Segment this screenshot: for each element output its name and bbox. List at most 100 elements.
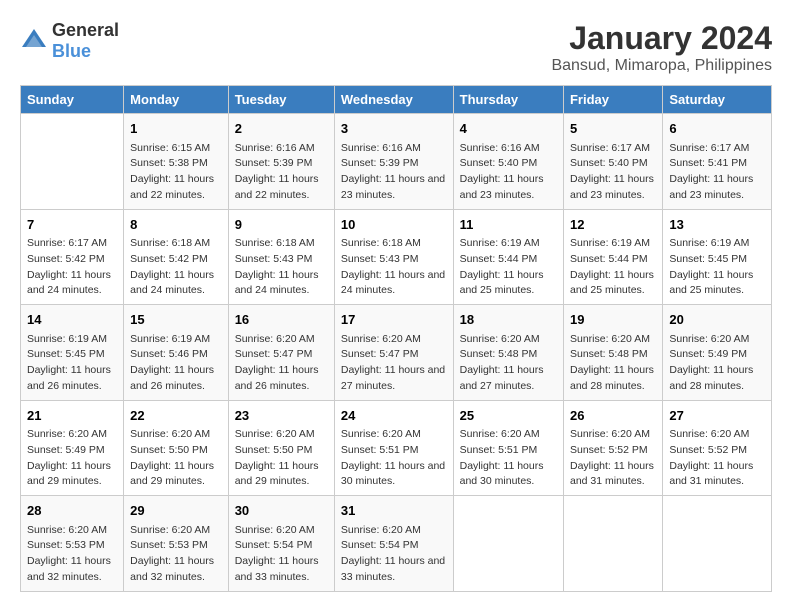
calendar-week-row: 14Sunrise: 6:19 AMSunset: 5:45 PMDayligh… (21, 305, 772, 401)
calendar-cell: 10Sunrise: 6:18 AMSunset: 5:43 PMDayligh… (334, 209, 453, 305)
logo-general: General (52, 20, 119, 40)
day-number: 29 (130, 501, 222, 521)
cell-content: Sunrise: 6:20 AMSunset: 5:53 PMDaylight:… (27, 523, 117, 586)
day-number: 8 (130, 215, 222, 235)
cell-content: Sunrise: 6:19 AMSunset: 5:45 PMDaylight:… (669, 236, 765, 299)
logo: General Blue (20, 20, 119, 62)
day-number: 24 (341, 406, 447, 426)
calendar-week-row: 1Sunrise: 6:15 AMSunset: 5:38 PMDaylight… (21, 114, 772, 210)
cell-content: Sunrise: 6:16 AMSunset: 5:39 PMDaylight:… (235, 141, 328, 204)
calendar-cell: 11Sunrise: 6:19 AMSunset: 5:44 PMDayligh… (453, 209, 563, 305)
calendar-cell: 3Sunrise: 6:16 AMSunset: 5:39 PMDaylight… (334, 114, 453, 210)
calendar-cell: 31Sunrise: 6:20 AMSunset: 5:54 PMDayligh… (334, 496, 453, 592)
cell-content: Sunrise: 6:19 AMSunset: 5:45 PMDaylight:… (27, 332, 117, 395)
cell-content: Sunrise: 6:20 AMSunset: 5:47 PMDaylight:… (235, 332, 328, 395)
day-number: 12 (570, 215, 656, 235)
day-number: 31 (341, 501, 447, 521)
calendar-cell: 1Sunrise: 6:15 AMSunset: 5:38 PMDaylight… (124, 114, 229, 210)
cell-content: Sunrise: 6:16 AMSunset: 5:40 PMDaylight:… (460, 141, 557, 204)
logo-blue: Blue (52, 41, 91, 61)
calendar-cell (21, 114, 124, 210)
cell-content: Sunrise: 6:20 AMSunset: 5:47 PMDaylight:… (341, 332, 447, 395)
day-number: 11 (460, 215, 557, 235)
calendar-cell: 21Sunrise: 6:20 AMSunset: 5:49 PMDayligh… (21, 400, 124, 496)
day-number: 18 (460, 310, 557, 330)
calendar-cell: 6Sunrise: 6:17 AMSunset: 5:41 PMDaylight… (663, 114, 772, 210)
cell-content: Sunrise: 6:20 AMSunset: 5:49 PMDaylight:… (669, 332, 765, 395)
cell-content: Sunrise: 6:20 AMSunset: 5:48 PMDaylight:… (460, 332, 557, 395)
header-row: SundayMondayTuesdayWednesdayThursdayFrid… (21, 86, 772, 114)
calendar-cell: 16Sunrise: 6:20 AMSunset: 5:47 PMDayligh… (228, 305, 334, 401)
day-number: 13 (669, 215, 765, 235)
calendar-cell: 5Sunrise: 6:17 AMSunset: 5:40 PMDaylight… (563, 114, 662, 210)
calendar-cell: 26Sunrise: 6:20 AMSunset: 5:52 PMDayligh… (563, 400, 662, 496)
cell-content: Sunrise: 6:15 AMSunset: 5:38 PMDaylight:… (130, 141, 222, 204)
cell-content: Sunrise: 6:20 AMSunset: 5:53 PMDaylight:… (130, 523, 222, 586)
day-number: 15 (130, 310, 222, 330)
cell-content: Sunrise: 6:18 AMSunset: 5:43 PMDaylight:… (341, 236, 447, 299)
header-day: Saturday (663, 86, 772, 114)
calendar-cell: 25Sunrise: 6:20 AMSunset: 5:51 PMDayligh… (453, 400, 563, 496)
cell-content: Sunrise: 6:20 AMSunset: 5:51 PMDaylight:… (460, 427, 557, 490)
day-number: 30 (235, 501, 328, 521)
cell-content: Sunrise: 6:20 AMSunset: 5:52 PMDaylight:… (669, 427, 765, 490)
calendar-cell: 24Sunrise: 6:20 AMSunset: 5:51 PMDayligh… (334, 400, 453, 496)
page-header: General Blue January 2024 Bansud, Mimaro… (20, 20, 772, 75)
calendar-cell: 27Sunrise: 6:20 AMSunset: 5:52 PMDayligh… (663, 400, 772, 496)
cell-content: Sunrise: 6:18 AMSunset: 5:42 PMDaylight:… (130, 236, 222, 299)
calendar-cell: 14Sunrise: 6:19 AMSunset: 5:45 PMDayligh… (21, 305, 124, 401)
day-number: 17 (341, 310, 447, 330)
day-number: 3 (341, 119, 447, 139)
day-number: 2 (235, 119, 328, 139)
day-number: 22 (130, 406, 222, 426)
subtitle: Bansud, Mimaropa, Philippines (551, 57, 772, 75)
day-number: 21 (27, 406, 117, 426)
day-number: 16 (235, 310, 328, 330)
day-number: 25 (460, 406, 557, 426)
cell-content: Sunrise: 6:20 AMSunset: 5:50 PMDaylight:… (235, 427, 328, 490)
calendar-cell: 2Sunrise: 6:16 AMSunset: 5:39 PMDaylight… (228, 114, 334, 210)
calendar-cell: 9Sunrise: 6:18 AMSunset: 5:43 PMDaylight… (228, 209, 334, 305)
calendar-week-row: 28Sunrise: 6:20 AMSunset: 5:53 PMDayligh… (21, 496, 772, 592)
cell-content: Sunrise: 6:19 AMSunset: 5:44 PMDaylight:… (460, 236, 557, 299)
header-day: Friday (563, 86, 662, 114)
cell-content: Sunrise: 6:17 AMSunset: 5:40 PMDaylight:… (570, 141, 656, 204)
day-number: 5 (570, 119, 656, 139)
calendar-cell (563, 496, 662, 592)
logo-icon (20, 27, 48, 55)
calendar-table: SundayMondayTuesdayWednesdayThursdayFrid… (20, 85, 772, 592)
day-number: 10 (341, 215, 447, 235)
main-title: January 2024 (551, 20, 772, 57)
day-number: 1 (130, 119, 222, 139)
header-day: Wednesday (334, 86, 453, 114)
header-day: Tuesday (228, 86, 334, 114)
day-number: 4 (460, 119, 557, 139)
day-number: 20 (669, 310, 765, 330)
header-day: Monday (124, 86, 229, 114)
cell-content: Sunrise: 6:20 AMSunset: 5:49 PMDaylight:… (27, 427, 117, 490)
cell-content: Sunrise: 6:20 AMSunset: 5:48 PMDaylight:… (570, 332, 656, 395)
day-number: 19 (570, 310, 656, 330)
calendar-cell: 28Sunrise: 6:20 AMSunset: 5:53 PMDayligh… (21, 496, 124, 592)
cell-content: Sunrise: 6:19 AMSunset: 5:44 PMDaylight:… (570, 236, 656, 299)
cell-content: Sunrise: 6:17 AMSunset: 5:42 PMDaylight:… (27, 236, 117, 299)
day-number: 23 (235, 406, 328, 426)
cell-content: Sunrise: 6:20 AMSunset: 5:52 PMDaylight:… (570, 427, 656, 490)
calendar-week-row: 7Sunrise: 6:17 AMSunset: 5:42 PMDaylight… (21, 209, 772, 305)
cell-content: Sunrise: 6:19 AMSunset: 5:46 PMDaylight:… (130, 332, 222, 395)
day-number: 9 (235, 215, 328, 235)
day-number: 6 (669, 119, 765, 139)
header-day: Thursday (453, 86, 563, 114)
day-number: 14 (27, 310, 117, 330)
calendar-cell (663, 496, 772, 592)
calendar-cell: 19Sunrise: 6:20 AMSunset: 5:48 PMDayligh… (563, 305, 662, 401)
day-number: 7 (27, 215, 117, 235)
calendar-cell: 29Sunrise: 6:20 AMSunset: 5:53 PMDayligh… (124, 496, 229, 592)
calendar-cell: 7Sunrise: 6:17 AMSunset: 5:42 PMDaylight… (21, 209, 124, 305)
day-number: 26 (570, 406, 656, 426)
calendar-cell: 17Sunrise: 6:20 AMSunset: 5:47 PMDayligh… (334, 305, 453, 401)
calendar-cell: 20Sunrise: 6:20 AMSunset: 5:49 PMDayligh… (663, 305, 772, 401)
cell-content: Sunrise: 6:20 AMSunset: 5:51 PMDaylight:… (341, 427, 447, 490)
calendar-cell: 15Sunrise: 6:19 AMSunset: 5:46 PMDayligh… (124, 305, 229, 401)
day-number: 27 (669, 406, 765, 426)
